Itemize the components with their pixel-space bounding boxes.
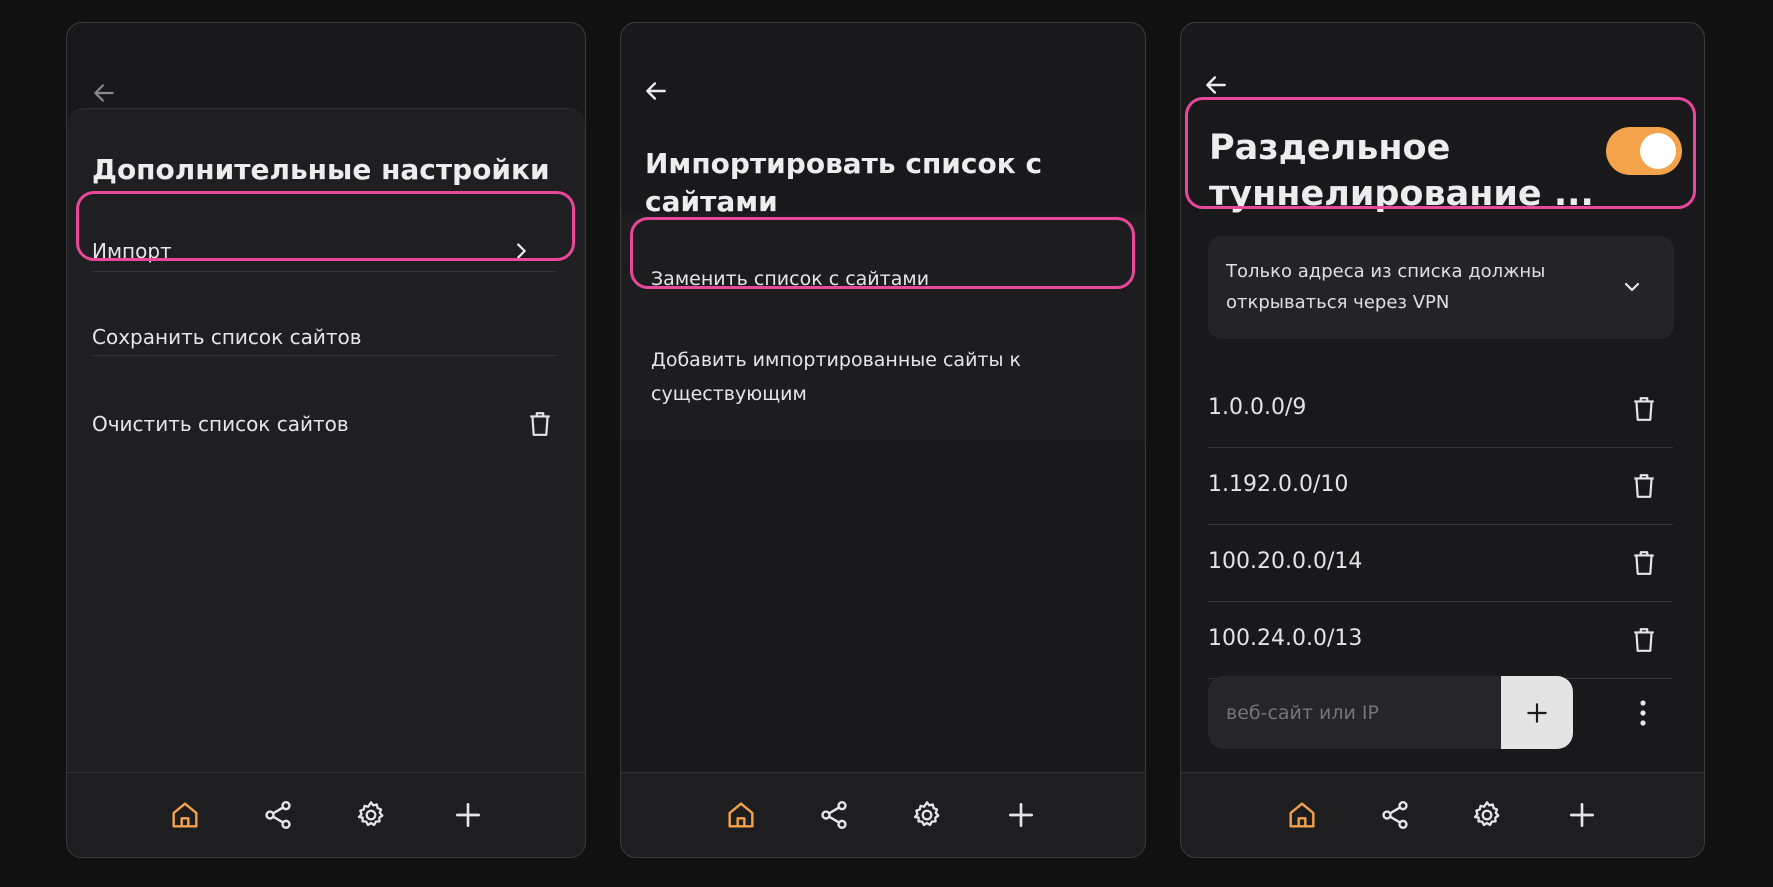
save-list-item[interactable]: Сохранить список сайтов bbox=[92, 315, 542, 359]
ip-address: 1.192.0.0/10 bbox=[1208, 472, 1349, 497]
list-item: 100.20.0.0/14 bbox=[1208, 525, 1673, 602]
clear-list-label: Очистить список сайтов bbox=[92, 412, 349, 436]
add-site-button[interactable] bbox=[1501, 676, 1573, 749]
page-title: Раздельное туннелирование ... bbox=[1209, 125, 1594, 217]
trash-icon[interactable] bbox=[1630, 625, 1658, 655]
trash-icon[interactable] bbox=[1630, 548, 1658, 578]
arrow-left-icon bbox=[94, 84, 114, 102]
gear-icon[interactable] bbox=[907, 795, 947, 835]
page-title-line1: Импортировать список с bbox=[645, 147, 1043, 180]
chevron-down-icon bbox=[1620, 275, 1644, 303]
arrow-left-icon bbox=[646, 82, 666, 100]
bottom-nav bbox=[67, 772, 585, 857]
ip-address: 1.0.0.0/9 bbox=[1208, 395, 1307, 420]
site-ip-input[interactable] bbox=[1208, 676, 1493, 749]
clear-list-item[interactable]: Очистить список сайтов bbox=[92, 402, 550, 446]
home-icon[interactable] bbox=[1282, 795, 1322, 835]
import-label: Импорт bbox=[92, 239, 172, 263]
list-item: 1.192.0.0/10 bbox=[1208, 448, 1673, 525]
list-item: 100.24.0.0/13 bbox=[1208, 602, 1673, 679]
share-icon[interactable] bbox=[814, 795, 854, 835]
gear-icon[interactable] bbox=[351, 795, 391, 835]
split-tunneling-toggle[interactable] bbox=[1606, 127, 1682, 175]
append-sites-item[interactable]: Добавить импортированные сайты к существ… bbox=[651, 343, 1111, 415]
panel-split-tunneling: Раздельное туннелирование ... Только адр… bbox=[1180, 22, 1705, 858]
ip-address: 100.20.0.0/14 bbox=[1208, 549, 1363, 574]
toggle-knob bbox=[1640, 133, 1676, 169]
ip-address: 100.24.0.0/13 bbox=[1208, 626, 1363, 651]
tunnel-mode-label: Только адреса из списка должны открывать… bbox=[1226, 256, 1545, 318]
home-icon[interactable] bbox=[165, 795, 205, 835]
back-button[interactable] bbox=[1201, 70, 1231, 100]
more-options-button[interactable] bbox=[1631, 698, 1655, 728]
append-sites-label: Добавить импортированные сайты к существ… bbox=[651, 343, 1021, 411]
tunnel-mode-dropdown[interactable]: Только адреса из списка должны открывать… bbox=[1208, 236, 1674, 339]
plus-icon[interactable] bbox=[1562, 795, 1602, 835]
gear-icon[interactable] bbox=[1467, 795, 1507, 835]
page-title: Дополнительные настройки bbox=[92, 153, 550, 186]
append-sites-label-line2: существующим bbox=[651, 383, 807, 405]
add-site-field bbox=[1208, 676, 1573, 749]
bottom-nav bbox=[621, 772, 1145, 857]
import-item[interactable]: Импорт bbox=[92, 229, 542, 273]
chevron-right-icon bbox=[510, 239, 532, 268]
trash-icon[interactable] bbox=[526, 409, 554, 439]
home-icon[interactable] bbox=[721, 795, 761, 835]
plus-icon[interactable] bbox=[448, 795, 488, 835]
panel-import-list: Импортировать список с сайтами Заменить … bbox=[620, 22, 1146, 858]
plus-icon[interactable] bbox=[1001, 795, 1041, 835]
bottom-nav bbox=[1181, 772, 1704, 857]
arrow-left-icon bbox=[1206, 76, 1226, 94]
tunnel-mode-line1: Только адреса из списка должны bbox=[1226, 261, 1546, 282]
plus-icon bbox=[1527, 702, 1547, 723]
replace-list-label: Заменить список с сайтами bbox=[651, 268, 930, 290]
back-button[interactable] bbox=[641, 76, 671, 106]
page-title-line2: туннелирование ... bbox=[1209, 174, 1594, 214]
panel-additional-settings: Дополнительные настройки Импорт Сохранит… bbox=[66, 22, 586, 858]
divider bbox=[92, 271, 557, 272]
page-title-line2: сайтами bbox=[645, 185, 778, 218]
page-title: Импортировать список с сайтами bbox=[645, 145, 1042, 221]
list-item: 1.0.0.0/9 bbox=[1208, 371, 1673, 448]
share-icon[interactable] bbox=[1375, 795, 1415, 835]
divider bbox=[92, 355, 557, 356]
share-icon[interactable] bbox=[258, 795, 298, 835]
append-sites-label-line1: Добавить импортированные сайты к bbox=[651, 349, 1022, 371]
page-title-line1: Раздельное bbox=[1209, 128, 1451, 168]
tunnel-mode-line2: открываться через VPN bbox=[1226, 292, 1450, 313]
back-button[interactable] bbox=[89, 78, 119, 108]
trash-icon[interactable] bbox=[1630, 394, 1658, 424]
more-vertical-icon bbox=[1640, 700, 1646, 726]
replace-list-item[interactable]: Заменить список с сайтами bbox=[651, 257, 1101, 301]
trash-icon[interactable] bbox=[1630, 471, 1658, 501]
save-list-label: Сохранить список сайтов bbox=[92, 325, 362, 349]
